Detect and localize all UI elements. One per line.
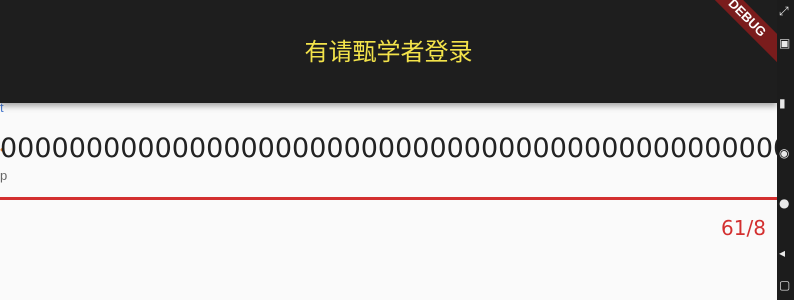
- camera-icon[interactable]: ▣: [779, 36, 790, 50]
- page-title: 有请甄学者登录: [304, 38, 473, 66]
- app-bar: 有请甄学者登录 DEBUG: [0, 0, 794, 103]
- window-icon[interactable]: ▢: [779, 278, 790, 292]
- rotate-icon[interactable]: ▮: [779, 96, 786, 110]
- login-text-field[interactable]: 0000000000000000000000000000000000000000…: [0, 127, 777, 171]
- character-counter: 61/8: [721, 216, 766, 240]
- expand-icon[interactable]: ⤢: [779, 4, 789, 19]
- gps-icon[interactable]: ◉: [779, 146, 789, 160]
- back-icon[interactable]: ◂: [779, 246, 785, 260]
- text-field-underline: [0, 197, 777, 200]
- record-icon[interactable]: ●: [779, 196, 789, 210]
- emulator-toolbar: ⤢ ▣ ▮ ◉ ● ◂ ▢: [777, 0, 794, 300]
